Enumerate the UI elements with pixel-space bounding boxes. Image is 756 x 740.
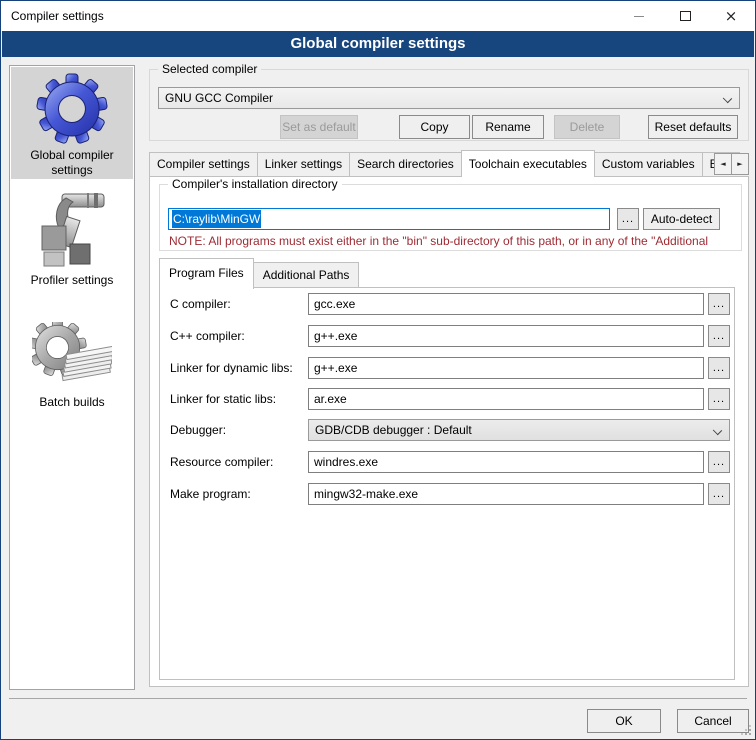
close-button[interactable]: × <box>708 2 754 30</box>
field-value: g++.exe <box>314 329 357 343</box>
field-value: mingw32-make.exe <box>314 487 418 501</box>
copy-button[interactable]: Copy <box>399 115 470 139</box>
field-label: Debugger: <box>170 419 226 441</box>
tab-scroll-right-button[interactable]: ► <box>731 153 749 175</box>
cpp-compiler-row: C++ compiler: g++.exe ... <box>160 325 734 347</box>
browse-static-linker-button[interactable]: ... <box>708 388 730 410</box>
maximize-icon <box>680 11 691 21</box>
make-program-row: Make program: mingw32-make.exe ... <box>160 483 734 505</box>
tab-program-files[interactable]: Program Files <box>159 258 254 289</box>
debugger-row: Debugger: GDB/CDB debugger : Default <box>160 419 734 441</box>
arrow-left-icon: ◄ <box>720 160 725 168</box>
main-panel: Selected compiler GNU GCC Compiler Set a… <box>149 63 749 693</box>
browse-resource-compiler-button[interactable]: ... <box>708 451 730 473</box>
auto-detect-button[interactable]: Auto-detect <box>643 208 720 230</box>
sidebar-item-label: Profiler settings <box>31 273 114 288</box>
selected-text: C:\raylib\MinGW <box>172 210 261 228</box>
group-label: Compiler's installation directory <box>168 177 342 192</box>
arrow-right-icon: ► <box>737 160 742 168</box>
resize-grip[interactable] <box>741 725 751 735</box>
browse-c-compiler-button[interactable]: ... <box>708 293 730 315</box>
cpp-compiler-input[interactable]: g++.exe <box>308 325 704 347</box>
sidebar-item-batch-builds[interactable]: Batch builds <box>11 316 133 416</box>
field-label: Linker for dynamic libs: <box>170 357 293 379</box>
field-label: Resource compiler: <box>170 451 273 473</box>
field-value: g++.exe <box>314 361 357 375</box>
installation-directory-input[interactable]: C:\raylib\MinGW <box>168 208 610 230</box>
tab-toolchain-executables[interactable]: Toolchain executables <box>461 150 595 177</box>
sidebar-item-label: Batch builds <box>39 395 104 410</box>
sidebar-item-profiler-settings[interactable]: Profiler settings <box>11 182 133 294</box>
set-as-default-button[interactable]: Set as default <box>280 115 358 139</box>
minimize-button[interactable] <box>616 2 662 30</box>
field-label: C++ compiler: <box>170 325 245 347</box>
make-program-input[interactable]: mingw32-make.exe <box>308 483 704 505</box>
c-compiler-input[interactable]: gcc.exe <box>308 293 704 315</box>
sidebar-item-label: Global compiler settings <box>11 148 133 178</box>
field-value: ar.exe <box>314 392 347 406</box>
tab-custom-variables[interactable]: Custom variables <box>594 152 703 176</box>
tab-additional-paths[interactable]: Additional Paths <box>253 262 360 288</box>
gear-stack-icon <box>32 322 112 392</box>
field-label: Linker for static libs: <box>170 388 276 410</box>
maximize-button[interactable] <box>662 2 708 30</box>
tab-linker-settings[interactable]: Linker settings <box>257 152 350 176</box>
browse-dynamic-linker-button[interactable]: ... <box>708 357 730 379</box>
static-linker-input[interactable]: ar.exe <box>308 388 704 410</box>
field-value: GDB/CDB debugger : Default <box>315 423 472 437</box>
compiler-select-value: GNU GCC Compiler <box>165 91 273 105</box>
reset-defaults-button[interactable]: Reset defaults <box>648 115 738 139</box>
close-icon: × <box>725 9 738 24</box>
note-text: NOTE: All programs must exist either in … <box>169 234 735 248</box>
field-value: gcc.exe <box>314 297 355 311</box>
minimize-icon <box>634 16 644 17</box>
main-tab-bar: Compiler settings Linker settings Search… <box>149 149 749 176</box>
dialog-banner: Global compiler settings <box>2 31 754 57</box>
profiler-icon <box>32 188 112 270</box>
resource-compiler-input[interactable]: windres.exe <box>308 451 704 473</box>
sidebar-item-global-compiler-settings[interactable]: Global compiler settings <box>11 67 133 179</box>
chevron-down-icon <box>723 94 732 103</box>
group-label: Selected compiler <box>158 62 261 77</box>
ok-button[interactable]: OK <box>587 709 661 733</box>
tab-scroll-left-button[interactable]: ◄ <box>714 153 732 175</box>
cancel-button[interactable]: Cancel <box>677 709 749 733</box>
toolchain-executables-panel: Compiler's installation directory C:\ray… <box>149 176 749 687</box>
window-title: Compiler settings <box>11 1 104 31</box>
tab-compiler-settings[interactable]: Compiler settings <box>149 152 258 176</box>
static-linker-row: Linker for static libs: ar.exe ... <box>160 388 734 410</box>
settings-sidebar: Global compiler settings Profiler settin… <box>9 65 135 690</box>
files-tab-bar: Program Files Additional Paths <box>159 257 358 288</box>
browse-cpp-compiler-button[interactable]: ... <box>708 325 730 347</box>
tab-search-directories[interactable]: Search directories <box>349 152 462 176</box>
compiler-settings-window: Compiler settings × Global compiler sett… <box>0 0 756 740</box>
selected-compiler-group: Selected compiler GNU GCC Compiler Set a… <box>149 69 749 141</box>
delete-button[interactable]: Delete <box>554 115 620 139</box>
program-files-panel: C compiler: gcc.exe ... C++ compiler: g+… <box>159 287 735 680</box>
footer-divider <box>9 698 747 699</box>
dynamic-linker-row: Linker for dynamic libs: g++.exe ... <box>160 357 734 379</box>
c-compiler-row: C compiler: gcc.exe ... <box>160 293 734 315</box>
browse-make-program-button[interactable]: ... <box>708 483 730 505</box>
rename-button[interactable]: Rename <box>472 115 544 139</box>
resource-compiler-row: Resource compiler: windres.exe ... <box>160 451 734 473</box>
dynamic-linker-input[interactable]: g++.exe <box>308 357 704 379</box>
debugger-select[interactable]: GDB/CDB debugger : Default <box>308 419 730 441</box>
compiler-select[interactable]: GNU GCC Compiler <box>158 87 740 109</box>
installation-directory-group: Compiler's installation directory C:\ray… <box>159 184 742 251</box>
chevron-down-icon <box>713 426 722 435</box>
tab-scroll-buttons: ◄ ► <box>715 153 749 175</box>
gear-blue-icon <box>36 73 108 145</box>
field-label: Make program: <box>170 483 251 505</box>
browse-directory-button[interactable]: ... <box>617 208 639 230</box>
field-value: windres.exe <box>314 455 378 469</box>
field-label: C compiler: <box>170 293 231 315</box>
titlebar[interactable]: Compiler settings × <box>1 1 755 31</box>
